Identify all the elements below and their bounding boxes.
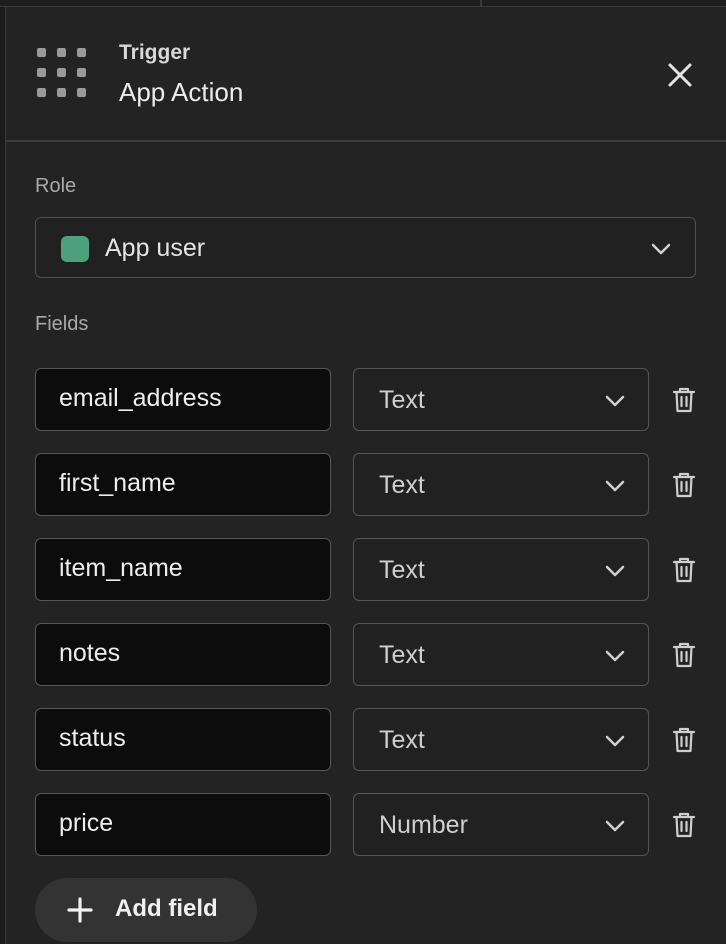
trash-icon bbox=[672, 812, 696, 838]
add-field-button[interactable]: Add field bbox=[35, 878, 257, 942]
delete-field-button[interactable] bbox=[671, 811, 697, 839]
chevron-down-icon bbox=[605, 565, 625, 577]
chevron-down-icon bbox=[605, 735, 625, 747]
add-field-label: Add field bbox=[115, 895, 218, 922]
field-name-input[interactable] bbox=[35, 708, 331, 771]
chevron-down-icon bbox=[605, 395, 625, 407]
chevron-down-icon bbox=[651, 243, 671, 255]
role-color-swatch bbox=[61, 236, 89, 262]
delete-field-button[interactable] bbox=[671, 726, 697, 754]
fields-label: Fields bbox=[35, 313, 89, 335]
field-name-input[interactable] bbox=[35, 453, 331, 516]
field-name-input[interactable] bbox=[35, 623, 331, 686]
role-value: App user bbox=[105, 234, 206, 262]
field-row: Text bbox=[35, 708, 700, 772]
field-name-input[interactable] bbox=[35, 368, 331, 431]
role-select[interactable]: App user bbox=[35, 217, 696, 278]
field-type-value: Number bbox=[379, 811, 468, 839]
field-type-select[interactable]: Text bbox=[353, 453, 649, 516]
delete-field-button[interactable] bbox=[671, 471, 697, 499]
field-row: Text bbox=[35, 453, 700, 517]
trash-icon bbox=[672, 557, 696, 583]
panel-header: Trigger App Action bbox=[6, 7, 726, 142]
close-button[interactable] bbox=[662, 57, 698, 93]
trigger-panel: Trigger App Action Role App user Fields … bbox=[5, 7, 726, 944]
plus-icon bbox=[67, 897, 93, 923]
top-divider bbox=[0, 0, 726, 7]
field-type-value: Text bbox=[379, 386, 425, 414]
field-name-input[interactable] bbox=[35, 538, 331, 601]
header-title: App Action bbox=[119, 77, 244, 107]
field-type-value: Text bbox=[379, 471, 425, 499]
trash-icon bbox=[672, 387, 696, 413]
field-row: Text bbox=[35, 368, 700, 432]
field-row: Text bbox=[35, 538, 700, 602]
role-label: Role bbox=[35, 175, 77, 197]
field-type-select[interactable]: Text bbox=[353, 708, 649, 771]
close-icon bbox=[668, 63, 692, 87]
trash-icon bbox=[672, 642, 696, 668]
field-type-value: Text bbox=[379, 641, 425, 669]
chevron-down-icon bbox=[605, 650, 625, 662]
trash-icon bbox=[672, 472, 696, 498]
chevron-down-icon bbox=[605, 820, 625, 832]
grid-icon bbox=[37, 48, 87, 98]
field-row: Text bbox=[35, 623, 700, 687]
chevron-down-icon bbox=[605, 480, 625, 492]
delete-field-button[interactable] bbox=[671, 556, 697, 584]
field-type-select[interactable]: Text bbox=[353, 368, 649, 431]
header-kicker: Trigger bbox=[119, 41, 191, 64]
field-row: Number bbox=[35, 793, 700, 857]
field-type-select[interactable]: Number bbox=[353, 793, 649, 856]
field-type-select[interactable]: Text bbox=[353, 623, 649, 686]
field-type-value: Text bbox=[379, 726, 425, 754]
delete-field-button[interactable] bbox=[671, 386, 697, 414]
field-name-input[interactable] bbox=[35, 793, 331, 856]
field-type-select[interactable]: Text bbox=[353, 538, 649, 601]
field-type-value: Text bbox=[379, 556, 425, 584]
trash-icon bbox=[672, 727, 696, 753]
delete-field-button[interactable] bbox=[671, 641, 697, 669]
